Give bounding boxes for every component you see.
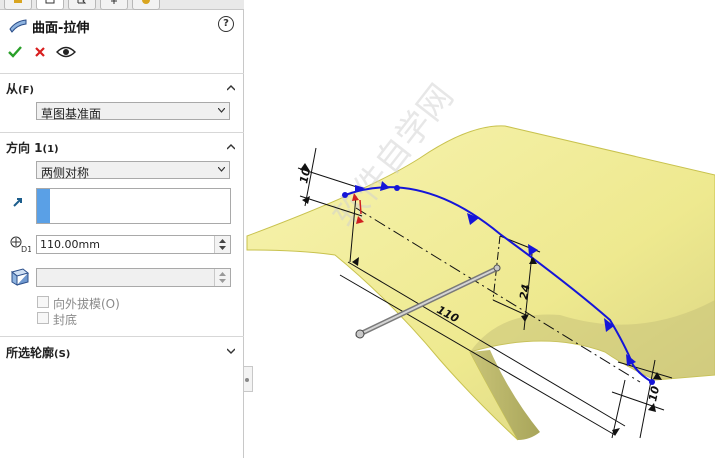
dimxpert-icon [111,0,117,4]
chevron-down-icon[interactable] [227,347,235,355]
checkbox-box [37,312,49,324]
direction-arrow-icon[interactable] [12,196,24,208]
direction1-section-title[interactable]: 方向 1(1) [6,139,59,156]
display-manager-icon [142,0,150,4]
direction-selection-box[interactable] [36,188,231,224]
draft-icon[interactable] [9,266,31,286]
chevron-down-icon [218,108,225,113]
from-section-title[interactable]: 从(F) [6,80,34,97]
selection-highlight [37,189,50,223]
extruded-surface-icon [9,19,27,33]
help-icon[interactable]: ? [218,16,234,32]
cap-end-label: 封底 [53,313,78,327]
chevron-down-icon [218,167,225,172]
feature-header: 曲面-拉伸 ? [6,14,238,36]
tab-display-manager[interactable] [132,0,160,10]
from-select-value: 草图基准面 [41,107,102,121]
feature-tree-icon [14,0,22,3]
dimension-right-small[interactable]: 10 [646,385,662,403]
depth-value: 110.00mm [40,238,100,251]
chevron-up-icon[interactable] [227,143,235,151]
contours-title-label: 所选轮廓 [6,346,55,360]
tab-configuration-manager[interactable] [68,0,96,10]
depth-input[interactable]: 110.00mm [36,235,231,254]
end-condition-select[interactable]: 两侧对称 [36,161,230,180]
contours-section-title[interactable]: 所选轮廓(S) [6,344,70,361]
draft-angle-input [36,268,231,287]
spinner-arrows-icon [219,272,226,283]
from-select[interactable]: 草图基准面 [36,102,230,121]
dimension-vertical[interactable]: 24 [517,283,532,300]
draft-spinner [214,269,230,286]
end-condition-value: 两侧对称 [41,166,90,180]
direction1-title-label: 方向 1 [6,141,43,155]
extruded-surface[interactable] [246,125,715,441]
direction1-shortcut: (1) [42,144,59,155]
checkbox-box [37,296,49,308]
depth-dimension-icon: D1 [10,236,31,253]
from-shortcut: (F) [18,85,34,96]
draft-outward-label: 向外拔模(O) [53,297,120,311]
spinner-arrows-icon [219,239,226,250]
chevron-up-icon[interactable] [227,84,235,92]
divider [0,132,244,133]
dimension-left-small[interactable]: 10 [297,167,313,185]
preview-eye-icon[interactable] [56,46,76,58]
svg-text:D1: D1 [21,245,31,253]
graphics-viewport[interactable]: 软件自学网 10 24 110 10 [245,0,715,458]
tab-dimxpert-manager[interactable] [100,0,128,10]
configuration-icon [77,0,87,4]
divider [0,336,244,337]
tab-feature-manager[interactable] [4,0,32,10]
cancel-x-icon[interactable] [34,46,46,58]
divider [0,73,244,74]
property-icon [45,0,55,4]
property-manager-panel: 曲面-拉伸 ? 从(F) 草图基准面 方向 1(1) 两侧对称 D1 110.0… [0,0,244,458]
contours-shortcut: (S) [54,349,71,360]
feature-title: 曲面-拉伸 [32,21,90,36]
ok-check-icon[interactable] [8,45,22,59]
from-title-label: 从 [6,82,19,96]
panel-tabs [0,0,244,10]
tab-property-manager[interactable] [36,0,64,10]
depth-spinner[interactable] [214,236,230,253]
